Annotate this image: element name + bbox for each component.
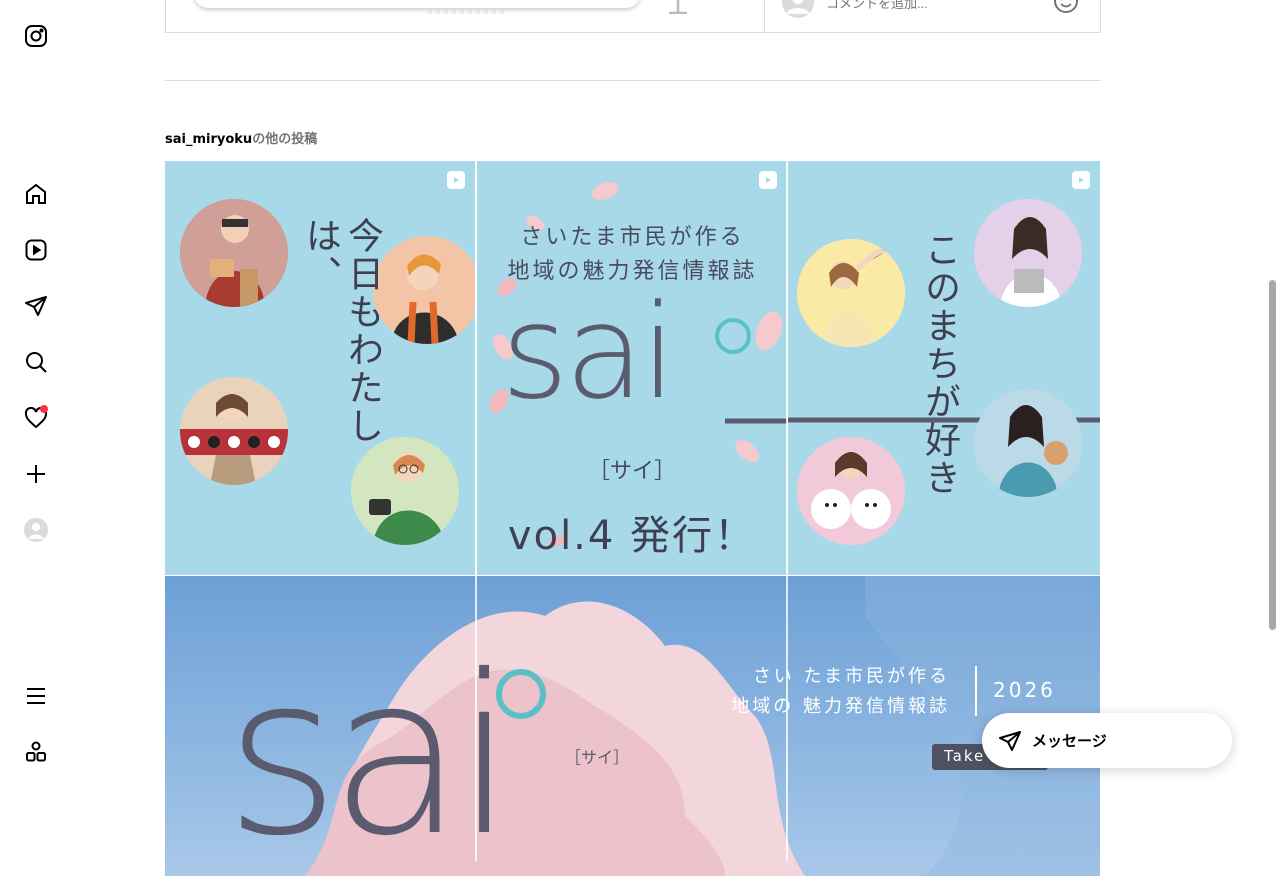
post-tile[interactable]: 今日もわたしは、: [165, 161, 475, 575]
create-icon[interactable]: [12, 450, 60, 498]
grid-gap: [786, 161, 788, 861]
illustration-person: [797, 437, 905, 545]
avatar: [24, 518, 48, 542]
reel-icon: [447, 171, 465, 189]
logo-reading: ［サイ］: [477, 453, 787, 485]
search-icon[interactable]: [12, 338, 60, 386]
tagline-divider: [975, 666, 977, 716]
illustration-person: [797, 239, 905, 347]
more-posts-heading: sai_miryokuの他の投稿: [165, 128, 317, 147]
illustration-person: [180, 377, 288, 485]
comment-input[interactable]: [826, 0, 1046, 11]
reels-icon[interactable]: [12, 226, 60, 274]
post-tile[interactable]: sai ［サイ］ さい たま市民が作る 地域の 魅力発信情報誌 2026 Tak…: [165, 576, 1100, 876]
grid-gap: [165, 575, 1100, 576]
home-icon[interactable]: [12, 170, 60, 218]
avatar: [782, 0, 814, 18]
sidebar-nav: [0, 0, 72, 800]
year-label: 2026: [477, 383, 787, 413]
reel-icon: [1072, 171, 1090, 189]
message-button[interactable]: メッセージ: [982, 713, 1232, 768]
share-icon[interactable]: [666, 0, 690, 14]
more-posts-grid: 今日もわたしは、 さいたま市民が作る 地域の魅力発信情報誌 sai 2026 ［…: [165, 161, 1100, 861]
illustration-person: [974, 389, 1082, 497]
notifications-icon[interactable]: [12, 394, 60, 442]
comment-box: [766, 0, 1101, 32]
tagline-line1: さい たま市民が作る: [725, 662, 950, 688]
logo-reading: ［サイ］: [565, 744, 629, 768]
tile-caption: 今日もわたしは、: [299, 217, 383, 517]
post-tile[interactable]: このまちが好き: [788, 161, 1100, 575]
post-bottom-bar: [165, 0, 1101, 33]
logo-ring: [713, 316, 753, 356]
messages-icon: [998, 729, 1022, 753]
section-divider: [165, 80, 1101, 81]
scrollbar-thumb[interactable]: [1269, 280, 1276, 630]
more-posts-suffix: の他の投稿: [252, 132, 317, 147]
issue-label: vol.4 発行！: [477, 503, 787, 561]
grid-gap: [475, 161, 477, 861]
magazine-logo: sai: [225, 636, 506, 876]
tagline-line1: さいたま市民が作る: [477, 219, 787, 251]
messages-icon[interactable]: [12, 282, 60, 330]
menu-icon[interactable]: [12, 672, 60, 720]
scrollbar[interactable]: [1265, 0, 1280, 800]
message-button-label: メッセージ: [1032, 730, 1107, 751]
post-media-area: [166, 0, 765, 32]
logo-ring: [493, 666, 549, 722]
illustration-person: [180, 199, 288, 307]
illustration-person: [373, 236, 475, 344]
post-tile[interactable]: さいたま市民が作る 地域の魅力発信情報誌 sai 2026 ［サイ］ vol.4…: [477, 161, 787, 575]
tagline-line2: 地域の 魅力発信情報誌: [705, 692, 950, 718]
illustration-person: [974, 199, 1082, 307]
media-controls: [194, 0, 640, 8]
more-posts-username[interactable]: sai_miryoku: [165, 132, 252, 147]
tile-caption: このまちが好き: [918, 231, 960, 531]
year-label: 2026: [993, 678, 1056, 702]
notification-dot: [40, 405, 48, 413]
more-apps-icon[interactable]: [12, 728, 60, 776]
logo-underline: [725, 417, 787, 425]
emoji-icon[interactable]: [1053, 0, 1079, 14]
instagram-logo-icon[interactable]: [12, 12, 60, 60]
carousel-dots: [428, 10, 504, 14]
profile-icon[interactable]: [12, 506, 60, 554]
